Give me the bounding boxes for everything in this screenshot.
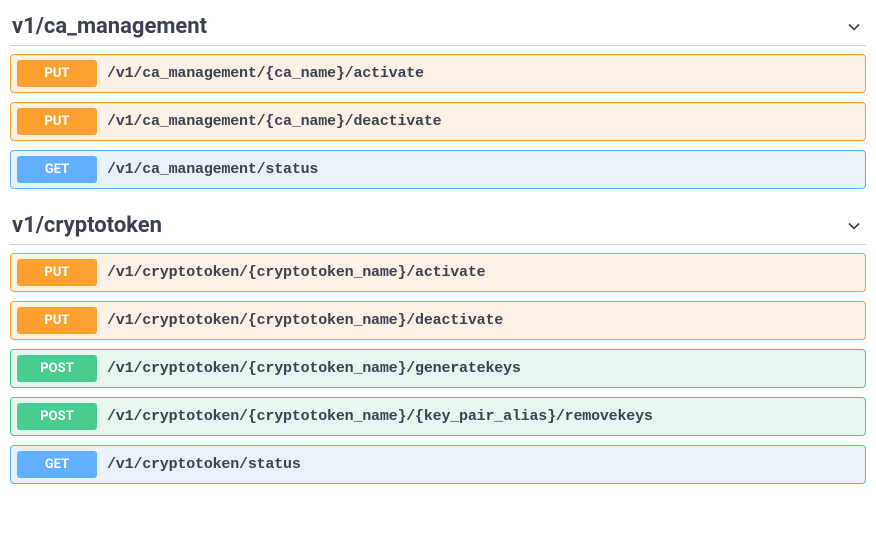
operation-row[interactable]: GET /v1/ca_management/status	[10, 150, 866, 189]
method-badge-put: PUT	[17, 60, 97, 87]
operation-path: /v1/cryptotoken/{cryptotoken_name}/activ…	[107, 264, 485, 281]
operation-row[interactable]: PUT /v1/cryptotoken/{cryptotoken_name}/d…	[10, 301, 866, 340]
operation-path: /v1/ca_management/{ca_name}/deactivate	[107, 113, 441, 130]
method-badge-put: PUT	[17, 108, 97, 135]
operation-path: /v1/cryptotoken/{cryptotoken_name}/deact…	[107, 312, 503, 329]
operation-row[interactable]: PUT /v1/ca_management/{ca_name}/deactiva…	[10, 102, 866, 141]
method-badge-get: GET	[17, 156, 97, 183]
operation-row[interactable]: PUT /v1/ca_management/{ca_name}/activate	[10, 54, 866, 93]
section-title: v1/cryptotoken	[12, 213, 162, 238]
method-badge-post: POST	[17, 355, 97, 382]
method-badge-put: PUT	[17, 259, 97, 286]
chevron-down-icon	[844, 216, 864, 236]
operation-path: /v1/cryptotoken/{cryptotoken_name}/gener…	[107, 360, 521, 377]
method-badge-put: PUT	[17, 307, 97, 334]
operation-row[interactable]: POST /v1/cryptotoken/{cryptotoken_name}/…	[10, 397, 866, 436]
section-header-cryptotoken[interactable]: v1/cryptotoken	[10, 207, 866, 245]
section-title: v1/ca_management	[12, 14, 207, 39]
operation-row[interactable]: PUT /v1/cryptotoken/{cryptotoken_name}/a…	[10, 253, 866, 292]
operation-path: /v1/cryptotoken/{cryptotoken_name}/{key_…	[107, 408, 653, 425]
method-badge-post: POST	[17, 403, 97, 430]
operation-path: /v1/ca_management/status	[107, 161, 318, 178]
operation-list: PUT /v1/ca_management/{ca_name}/activate…	[10, 54, 866, 189]
method-badge-get: GET	[17, 451, 97, 478]
operation-row[interactable]: POST /v1/cryptotoken/{cryptotoken_name}/…	[10, 349, 866, 388]
operation-row[interactable]: GET /v1/cryptotoken/status	[10, 445, 866, 484]
operation-list: PUT /v1/cryptotoken/{cryptotoken_name}/a…	[10, 253, 866, 484]
operation-path: /v1/ca_management/{ca_name}/activate	[107, 65, 424, 82]
section-header-ca-management[interactable]: v1/ca_management	[10, 8, 866, 46]
chevron-down-icon	[844, 17, 864, 37]
operation-path: /v1/cryptotoken/status	[107, 456, 301, 473]
